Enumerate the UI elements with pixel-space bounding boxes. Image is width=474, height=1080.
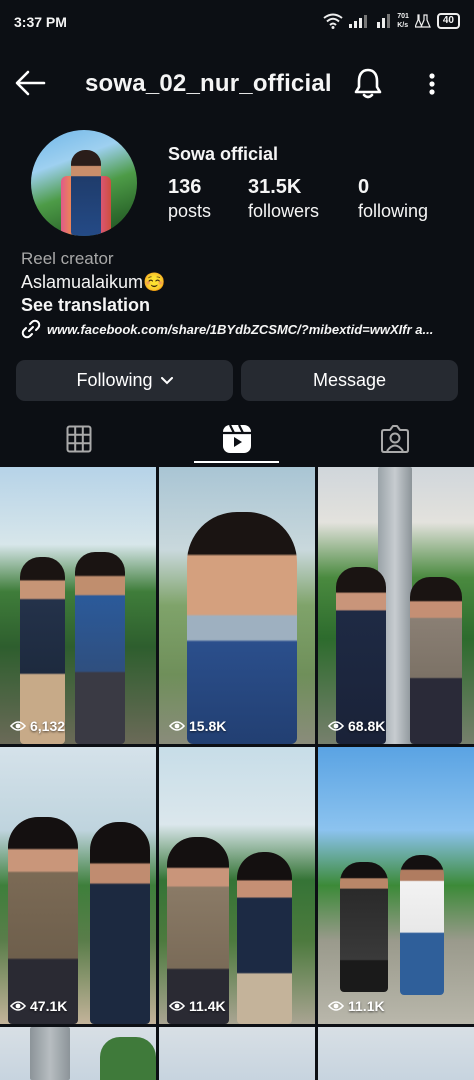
- reel-view-count: 11.1K: [328, 998, 385, 1014]
- reel-tile[interactable]: 11.1K: [318, 747, 474, 1024]
- eye-icon: [169, 1001, 185, 1011]
- tab-reels[interactable]: [158, 414, 316, 464]
- eye-icon: [10, 721, 26, 731]
- stat-posts-value: 136: [168, 176, 202, 198]
- following-button[interactable]: Following: [16, 360, 233, 401]
- following-button-label: Following: [76, 370, 153, 390]
- battery-indicator: 40: [436, 13, 460, 29]
- message-button-label: Message: [312, 370, 387, 390]
- back-button[interactable]: [14, 68, 48, 98]
- grid-icon: [66, 425, 92, 453]
- reel-tile[interactable]: 11.4K: [159, 747, 315, 1024]
- reels-grid: 6,132 15.8K 68.8K 47.1K 11.4K 11.1K: [0, 467, 474, 1080]
- profile-link-text: www.facebook.com/share/1BYdbZCSMC/?mibex…: [47, 321, 434, 337]
- flask-icon: [414, 14, 431, 28]
- link-icon: [21, 319, 41, 339]
- network-speed: 701 K/s: [397, 13, 409, 29]
- tab-tagged[interactable]: [316, 414, 474, 464]
- signal-icon-2: [377, 14, 391, 28]
- stat-following-label: following: [358, 201, 429, 221]
- signal-icon: [349, 15, 368, 28]
- stat-posts-label: posts: [168, 201, 212, 221]
- reel-view-count: 68.8K: [328, 718, 385, 734]
- profile-category: Reel creator: [21, 249, 114, 268]
- reel-tile[interactable]: 47.1K: [0, 747, 156, 1024]
- reel-view-count: 47.1K: [10, 998, 67, 1014]
- reel-view-count: 11.4K: [169, 998, 226, 1014]
- reel-tile[interactable]: 15.8K: [159, 467, 315, 744]
- arrow-left-icon: [15, 70, 46, 96]
- bell-icon: [354, 68, 382, 99]
- reel-view-count: 15.8K: [169, 718, 226, 734]
- reel-tile[interactable]: 6,132: [0, 467, 156, 744]
- stat-followers-value: 31.5K: [248, 176, 302, 198]
- stat-followers[interactable]: 31.5K followers: [248, 176, 319, 222]
- profile-header: sowa_02_nur_official: [0, 56, 474, 112]
- avatar[interactable]: [31, 130, 137, 236]
- status-bar: 3:37 PM 701 K/s 40: [0, 0, 474, 44]
- eye-icon: [169, 721, 185, 731]
- status-icons: 701 K/s 40: [323, 12, 460, 30]
- reel-tile[interactable]: 68.8K: [318, 467, 474, 744]
- reel-tile[interactable]: [318, 1027, 474, 1080]
- status-time: 3:37 PM: [14, 14, 67, 30]
- see-translation-link[interactable]: See translation: [21, 295, 150, 316]
- eye-icon: [328, 721, 344, 731]
- notifications-button[interactable]: [352, 66, 384, 100]
- stat-following[interactable]: 0 following: [358, 176, 428, 222]
- profile-link[interactable]: www.facebook.com/share/1BYdbZCSMC/?mibex…: [21, 319, 461, 339]
- tagged-person-icon: [381, 425, 409, 453]
- chevron-down-icon: [160, 376, 173, 384]
- reels-icon: [223, 424, 251, 453]
- active-tab-indicator: [194, 461, 279, 463]
- message-button[interactable]: Message: [241, 360, 458, 401]
- display-name: Sowa official: [168, 144, 279, 164]
- profile-username: sowa_02_nur_official: [85, 70, 332, 97]
- reel-view-count: 6,132: [10, 718, 65, 734]
- eye-icon: [328, 1001, 344, 1011]
- wifi-icon: [323, 13, 343, 29]
- eye-icon: [10, 1001, 26, 1011]
- profile-bio: Aslamualaikum☺️: [21, 272, 166, 292]
- more-vertical-icon: [429, 73, 435, 95]
- tab-grid[interactable]: [0, 414, 158, 464]
- stat-posts[interactable]: 136 posts: [168, 176, 211, 222]
- reel-tile[interactable]: [159, 1027, 315, 1080]
- more-options-button[interactable]: [418, 68, 446, 100]
- stat-following-value: 0: [358, 176, 370, 198]
- reel-tile[interactable]: [0, 1027, 156, 1080]
- stat-followers-label: followers: [248, 201, 320, 221]
